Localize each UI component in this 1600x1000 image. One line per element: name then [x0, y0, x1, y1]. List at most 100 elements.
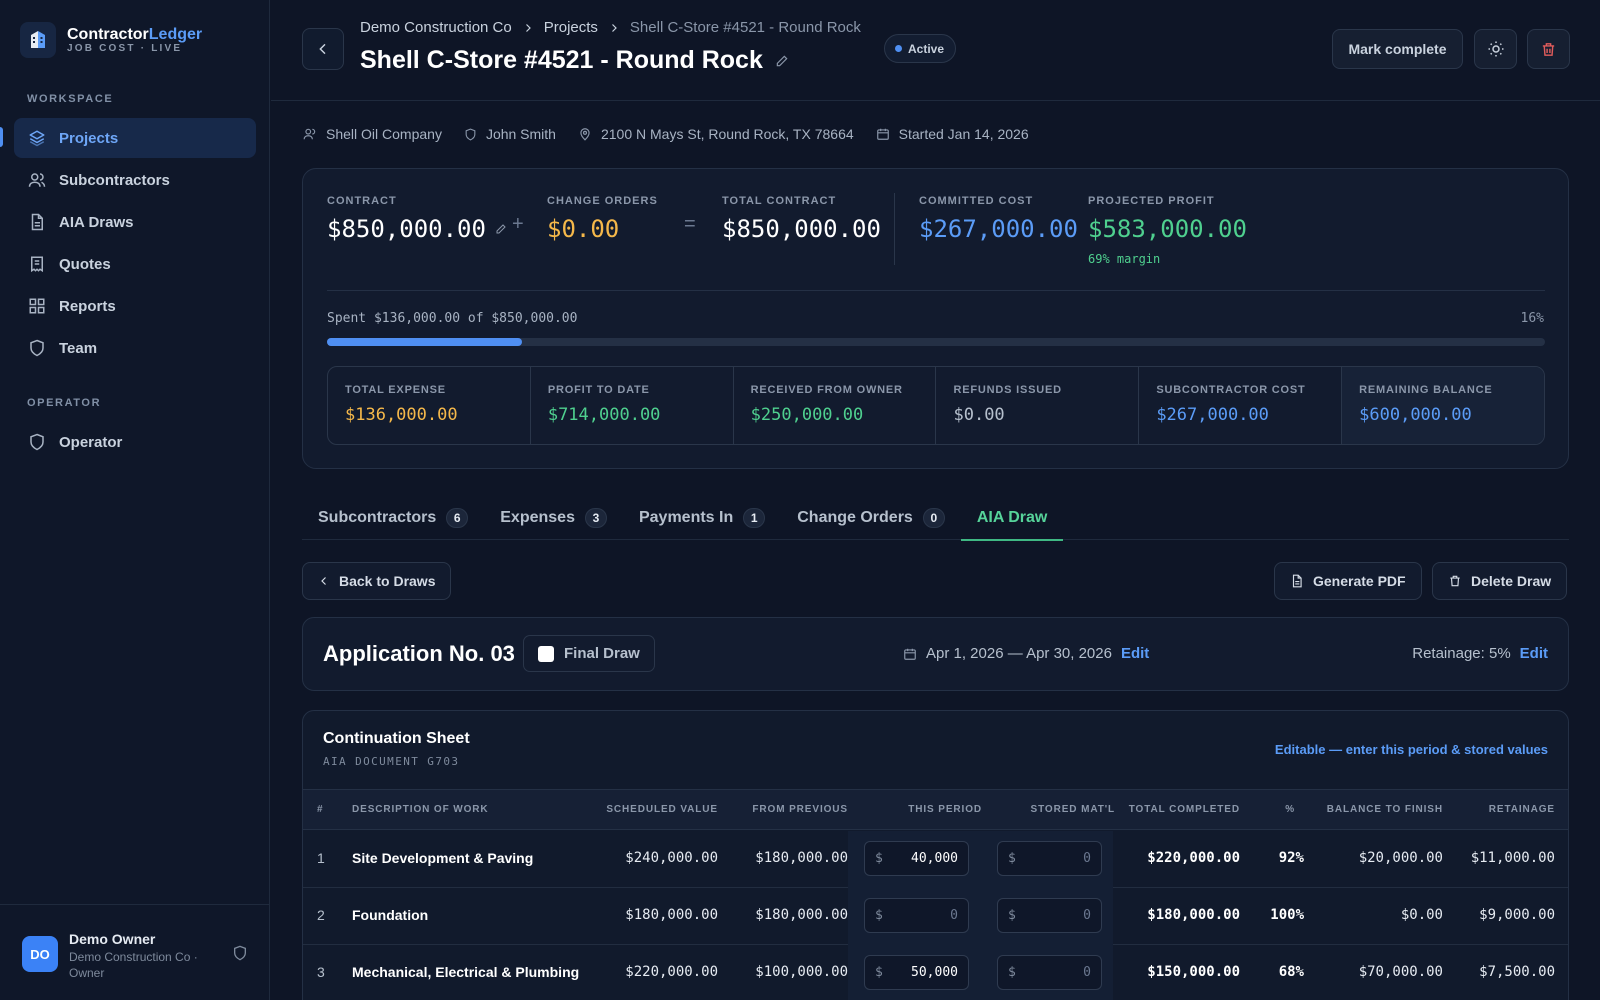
percent-complete: 92% [1278, 850, 1304, 866]
stored-materials-input[interactable]: $0 [997, 898, 1102, 933]
balance-to-finish: $70,000.00 [1358, 964, 1443, 980]
tab-payments-in[interactable]: Payments In 1 [623, 496, 781, 540]
column-header: BALANCE TO FINISH [1326, 804, 1443, 815]
continuation-sheet: Continuation Sheet AIA DOCUMENT G703 Edi… [302, 710, 1569, 1000]
back-button[interactable] [302, 28, 344, 70]
tab-aia-draw[interactable]: AIA Draw [960, 496, 1064, 541]
this-period-input[interactable]: $40,000 [864, 841, 969, 876]
edit-retainage-link[interactable]: Edit [1520, 645, 1548, 662]
sidebar-item-operator[interactable]: Operator [14, 422, 256, 462]
tab-expenses[interactable]: Expenses 3 [484, 496, 623, 540]
chevron-right-icon [522, 22, 534, 34]
shield-icon [28, 339, 46, 357]
breadcrumb-org[interactable]: Demo Construction Co [360, 19, 512, 36]
stored-materials-input[interactable]: $0 [997, 841, 1102, 876]
tab-change-orders[interactable]: Change Orders 0 [781, 496, 961, 540]
sidebar-item-projects[interactable]: Projects [14, 118, 256, 158]
chevron-left-icon [318, 575, 330, 587]
from-previous: $180,000.00 [755, 850, 848, 866]
theme-toggle-button[interactable] [1474, 29, 1517, 69]
retainage-info: Retainage: 5% Edit [1412, 645, 1548, 662]
breadcrumb-projects[interactable]: Projects [544, 19, 598, 36]
back-to-draws-button[interactable]: Back to Draws [302, 562, 452, 600]
kpi-subcontractor-cost: SUBCONTRACTOR COST $267,000.00 [1139, 367, 1343, 444]
percent-complete: 100% [1270, 907, 1304, 923]
delete-project-button[interactable] [1527, 29, 1570, 69]
tab-subcontractors[interactable]: Subcontractors 6 [302, 496, 484, 540]
application-title: Application No. 03 [323, 641, 515, 666]
breadcrumb: Demo Construction Co Projects Shell C-St… [360, 19, 861, 36]
financial-summary-card: CONTRACT $850,000.00 + CHANGE ORDERS $0.… [302, 168, 1569, 469]
pencil-icon[interactable] [775, 54, 789, 68]
kpi-value: $267,000.00 [1156, 405, 1269, 425]
user-name: Demo Owner [69, 931, 156, 947]
kpi-value: $136,000.00 [345, 405, 458, 425]
retainage-amount: $11,000.00 [1470, 850, 1555, 866]
this-period-input[interactable]: $0 [864, 898, 969, 933]
operator-section-label: OPERATOR [27, 397, 102, 409]
sidebar-item-aia-draws[interactable]: AIA Draws [14, 202, 256, 242]
scheduled-value: $240,000.00 [625, 850, 718, 866]
users-icon [28, 171, 46, 189]
sidebar-item-quotes[interactable]: Quotes [14, 244, 256, 284]
calendar-icon [876, 127, 890, 141]
brand[interactable]: ContractorLedger JOB COST · LIVE [20, 22, 202, 58]
stored-materials-input[interactable]: $0 [997, 955, 1102, 990]
sidebar-item-label: AIA Draws [59, 213, 134, 231]
workspace-section-label: WORKSPACE [27, 93, 114, 105]
button-label: Delete Draw [1471, 573, 1552, 589]
input-value: 0 [1083, 965, 1091, 980]
generate-pdf-button[interactable]: Generate PDF [1274, 562, 1422, 600]
kpi-value: $250,000.00 [750, 405, 864, 425]
sidebar-item-reports[interactable]: Reports [14, 286, 256, 326]
shield-icon [464, 128, 477, 141]
status-dot [895, 45, 902, 52]
checkbox[interactable] [538, 645, 554, 662]
tab-label: Expenses [500, 509, 575, 526]
tab-label: Payments In [638, 509, 734, 526]
from-previous: $180,000.00 [755, 907, 848, 923]
equals-sign: = [684, 213, 696, 235]
client-info: Shell Oil Company [303, 126, 442, 142]
total-contract-label: TOTAL CONTRACT [722, 195, 837, 207]
delete-draw-button[interactable]: Delete Draw [1432, 562, 1568, 600]
committed-cost-value: $267,000.00 [919, 215, 1078, 243]
address-info: 2100 N Mays St, Round Rock, TX 78664 [578, 126, 854, 142]
total-contract-value: $850,000.00 [722, 215, 881, 243]
balance-to-finish: $0.00 [1400, 907, 1443, 923]
table-row: 3 Mechanical, Electrical & Plumbing $220… [303, 945, 1568, 1000]
header-divider [271, 100, 1600, 101]
avatar[interactable]: DO [22, 936, 58, 972]
sidebar-item-team[interactable]: Team [14, 328, 256, 368]
user-org: Demo Construction Co · Owner [69, 950, 198, 980]
tab-count-badge: 6 [446, 508, 469, 528]
kpi-profit-to-date: PROFIT TO DATE $714,000.00 [531, 367, 734, 444]
contract-value: $850,000.00 [327, 215, 486, 243]
column-header: # [317, 804, 324, 815]
period-text: Apr 1, 2026 — Apr 30, 2026 [926, 645, 1112, 662]
retainage-amount: $7,500.00 [1479, 964, 1555, 980]
retainage-amount: $9,000.00 [1479, 907, 1555, 923]
client-name: Shell Oil Company [326, 126, 442, 142]
sidebar-item-label: Subcontractors [59, 171, 170, 189]
table-row: 2 Foundation $180,000.00 $180,000.00 $0 … [303, 888, 1568, 945]
pencil-icon[interactable] [495, 223, 507, 235]
column-header: STORED MAT'L [1030, 804, 1115, 815]
this-period-input[interactable]: $50,000 [864, 955, 969, 990]
retainage-text: Retainage: 5% [1412, 645, 1511, 662]
sidebar-item-label: Operator [59, 433, 123, 451]
input-value: 0 [1083, 851, 1091, 866]
tab-count-badge: 3 [584, 508, 607, 528]
final-draw-checkbox[interactable]: Final Draw [523, 635, 655, 672]
scheduled-value: $180,000.00 [625, 907, 718, 923]
kpi-label: REFUNDS ISSUED [953, 384, 1062, 396]
sidebar-item-subcontractors[interactable]: Subcontractors [14, 160, 256, 200]
row-number: 2 [317, 907, 325, 923]
start-date-info: Started Jan 14, 2026 [876, 126, 1029, 142]
shield-icon[interactable] [232, 945, 248, 961]
total-completed: $220,000.00 [1147, 850, 1240, 866]
mark-complete-button[interactable]: Mark complete [1332, 29, 1463, 69]
edit-period-link[interactable]: Edit [1121, 645, 1149, 662]
layers-icon [28, 129, 46, 147]
chevron-right-icon [608, 22, 620, 34]
